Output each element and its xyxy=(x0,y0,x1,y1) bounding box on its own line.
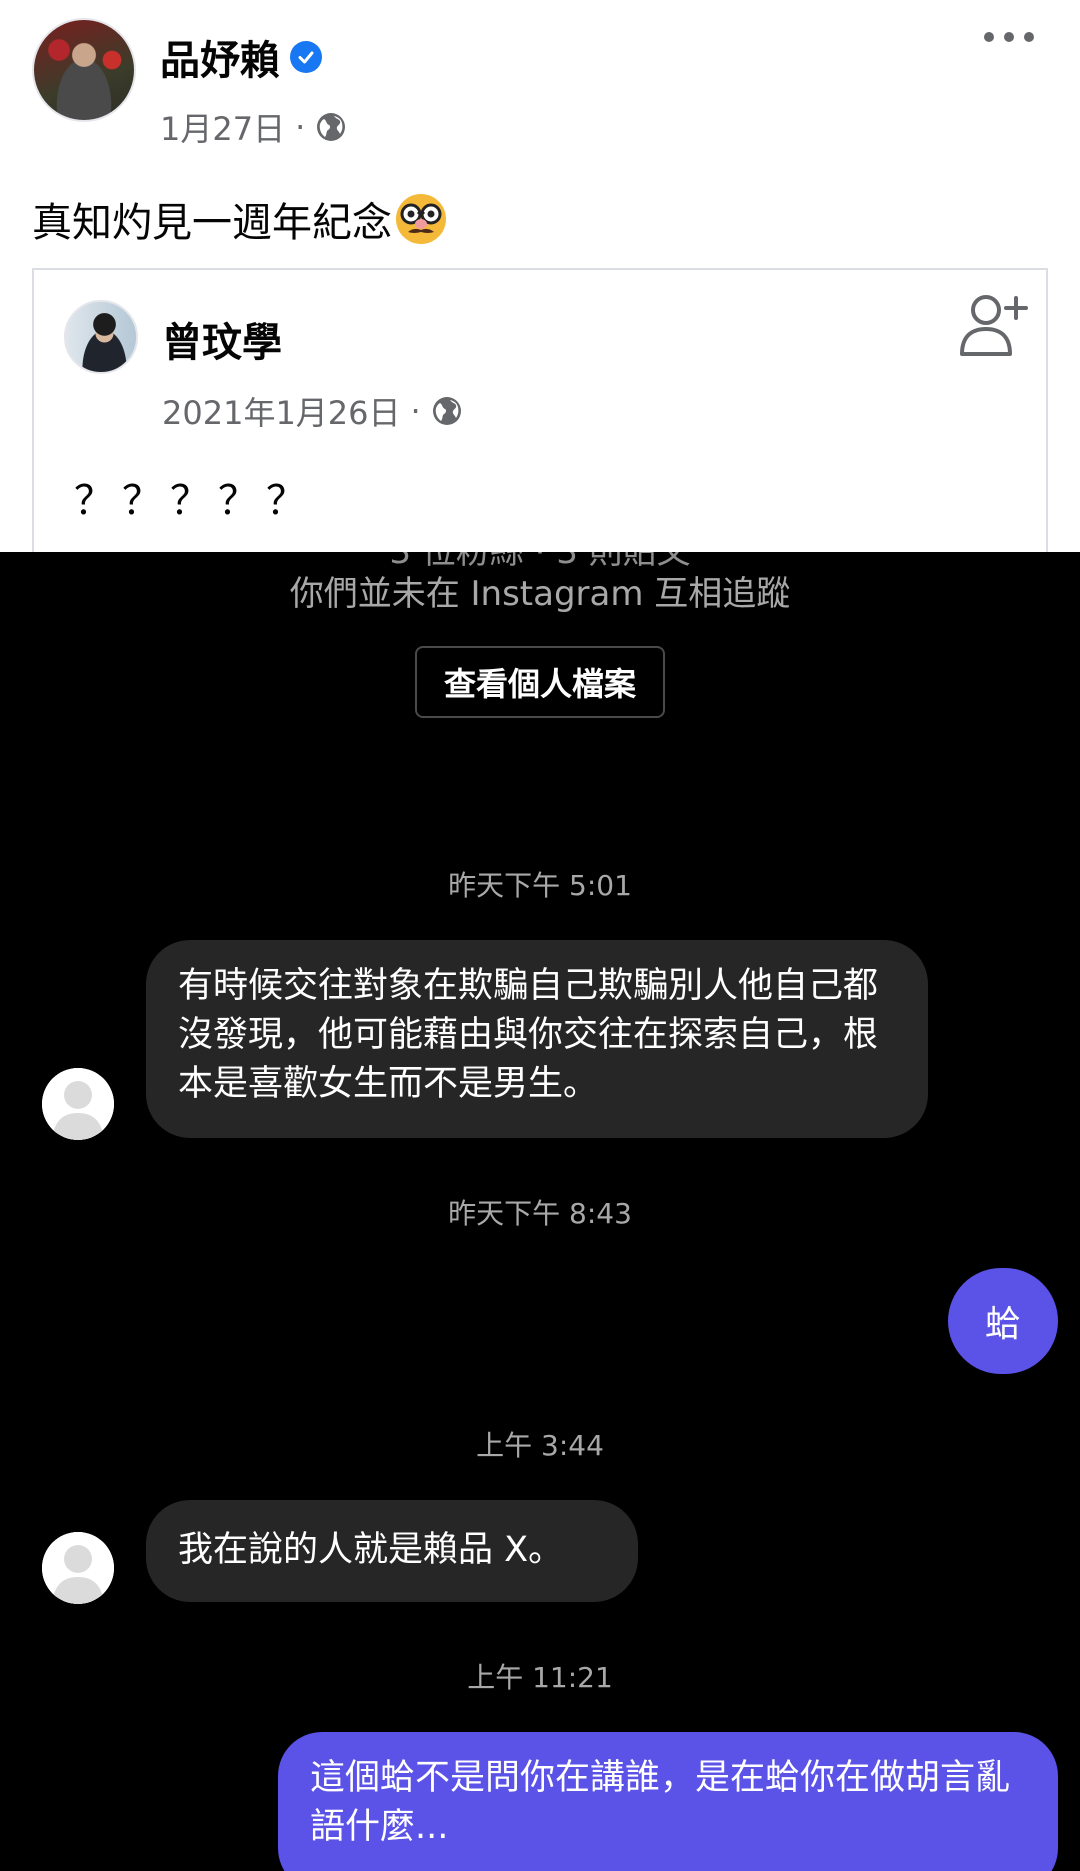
view-profile-button[interactable]: 查看個人檔案 xyxy=(415,646,665,718)
message-timestamp: 昨天下午 8:43 xyxy=(448,1197,632,1230)
facebook-post: 品妤賴 1月27日 · 真知灼見一週年紀念 曾玟學 2021年1月26日 · ？… xyxy=(0,0,1080,552)
shared-post-card[interactable]: 曾玟學 2021年1月26日 · ？？？？？ xyxy=(32,268,1048,552)
verified-badge-icon xyxy=(290,41,322,73)
shared-author-name[interactable]: 曾玟學 xyxy=(162,310,282,368)
message-timestamp: 上午 11:21 xyxy=(467,1661,613,1694)
message-timestamp: 昨天下午 5:01 xyxy=(448,869,632,902)
shared-post-meta: 2021年1月26日 · xyxy=(162,388,463,434)
globe-icon xyxy=(317,113,346,141)
more-options-icon[interactable] xyxy=(984,22,1034,52)
incoming-message-bubble[interactable]: 有時候交往對象在欺騙自己欺騙別人他自己都沒發現，他可能藉由與你交往在探索自己，根… xyxy=(146,940,928,1138)
meta-separator: · xyxy=(295,108,306,146)
sender-avatar[interactable] xyxy=(42,1068,114,1140)
disguised-face-emoji-icon xyxy=(396,194,446,244)
author-name-row: 品妤賴 xyxy=(160,28,322,86)
shared-post-text: ？？？？？ xyxy=(74,478,314,524)
post-text-content: 真知灼見一週年紀念 xyxy=(32,200,392,246)
outgoing-message-bubble[interactable]: 這個蛤不是問你在講誰，是在蛤你在做胡言亂語什麼... xyxy=(278,1732,1058,1871)
globe-icon xyxy=(432,397,461,425)
outgoing-message-bubble[interactable]: 蛤 xyxy=(948,1268,1058,1374)
shared-author-avatar[interactable] xyxy=(64,300,138,374)
post-meta: 1月27日 · xyxy=(160,104,347,150)
post-text: 真知灼見一週年紀念 xyxy=(32,190,448,248)
incoming-message-bubble[interactable]: 我在說的人就是賴品 X。 xyxy=(146,1500,638,1602)
author-name[interactable]: 品妤賴 xyxy=(160,28,280,86)
instagram-dm-thread: 3 位粉絲 · 3 則貼文 你們並未在 Instagram 互相追蹤 查看個人檔… xyxy=(0,552,1080,1871)
default-user-icon xyxy=(42,1532,114,1604)
shared-post-date[interactable]: 2021年1月26日 xyxy=(162,388,401,434)
message-timestamp: 上午 3:44 xyxy=(476,1429,604,1462)
add-friend-icon[interactable] xyxy=(958,292,1028,358)
post-date[interactable]: 1月27日 xyxy=(160,104,285,150)
follow-status-note: 你們並未在 Instagram 互相追蹤 xyxy=(289,574,791,614)
author-avatar[interactable] xyxy=(32,18,136,122)
default-user-icon xyxy=(42,1068,114,1140)
meta-separator: · xyxy=(410,392,421,430)
sender-avatar[interactable] xyxy=(42,1532,114,1604)
